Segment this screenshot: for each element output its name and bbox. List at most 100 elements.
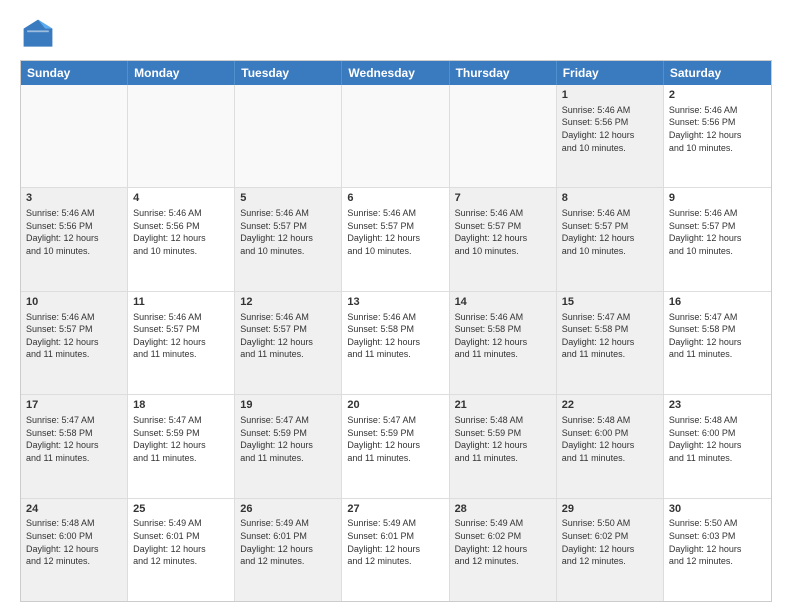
day-number: 26 (240, 502, 336, 517)
empty-cell-0-1 (128, 85, 235, 187)
weekday-header-thursday: Thursday (450, 61, 557, 85)
day-number: 23 (669, 398, 766, 413)
weekday-header-saturday: Saturday (664, 61, 771, 85)
day-info: Sunrise: 5:48 AM Sunset: 6:00 PM Dayligh… (26, 517, 122, 567)
day-number: 13 (347, 295, 443, 310)
day-info: Sunrise: 5:46 AM Sunset: 5:56 PM Dayligh… (133, 207, 229, 257)
page: SundayMondayTuesdayWednesdayThursdayFrid… (0, 0, 792, 612)
day-number: 28 (455, 502, 551, 517)
day-info: Sunrise: 5:50 AM Sunset: 6:03 PM Dayligh… (669, 517, 766, 567)
day-number: 12 (240, 295, 336, 310)
day-number: 17 (26, 398, 122, 413)
day-info: Sunrise: 5:46 AM Sunset: 5:57 PM Dayligh… (669, 207, 766, 257)
day-cell-27: 27Sunrise: 5:49 AM Sunset: 6:01 PM Dayli… (342, 499, 449, 601)
day-cell-23: 23Sunrise: 5:48 AM Sunset: 6:00 PM Dayli… (664, 395, 771, 497)
day-number: 22 (562, 398, 658, 413)
day-cell-11: 11Sunrise: 5:46 AM Sunset: 5:57 PM Dayli… (128, 292, 235, 394)
day-cell-29: 29Sunrise: 5:50 AM Sunset: 6:02 PM Dayli… (557, 499, 664, 601)
day-cell-28: 28Sunrise: 5:49 AM Sunset: 6:02 PM Dayli… (450, 499, 557, 601)
calendar-header: SundayMondayTuesdayWednesdayThursdayFrid… (21, 61, 771, 85)
day-cell-22: 22Sunrise: 5:48 AM Sunset: 6:00 PM Dayli… (557, 395, 664, 497)
day-info: Sunrise: 5:48 AM Sunset: 6:00 PM Dayligh… (669, 414, 766, 464)
day-number: 1 (562, 88, 658, 103)
day-cell-26: 26Sunrise: 5:49 AM Sunset: 6:01 PM Dayli… (235, 499, 342, 601)
day-number: 4 (133, 191, 229, 206)
day-number: 18 (133, 398, 229, 413)
day-cell-13: 13Sunrise: 5:46 AM Sunset: 5:58 PM Dayli… (342, 292, 449, 394)
day-number: 15 (562, 295, 658, 310)
day-info: Sunrise: 5:47 AM Sunset: 5:58 PM Dayligh… (562, 311, 658, 361)
calendar: SundayMondayTuesdayWednesdayThursdayFrid… (20, 60, 772, 602)
day-cell-25: 25Sunrise: 5:49 AM Sunset: 6:01 PM Dayli… (128, 499, 235, 601)
day-info: Sunrise: 5:48 AM Sunset: 5:59 PM Dayligh… (455, 414, 551, 464)
day-info: Sunrise: 5:46 AM Sunset: 5:57 PM Dayligh… (455, 207, 551, 257)
empty-cell-0-4 (450, 85, 557, 187)
calendar-row-3: 17Sunrise: 5:47 AM Sunset: 5:58 PM Dayli… (21, 395, 771, 498)
day-number: 9 (669, 191, 766, 206)
day-number: 6 (347, 191, 443, 206)
day-cell-7: 7Sunrise: 5:46 AM Sunset: 5:57 PM Daylig… (450, 188, 557, 290)
day-number: 19 (240, 398, 336, 413)
day-info: Sunrise: 5:46 AM Sunset: 5:56 PM Dayligh… (669, 104, 766, 154)
day-cell-20: 20Sunrise: 5:47 AM Sunset: 5:59 PM Dayli… (342, 395, 449, 497)
day-info: Sunrise: 5:47 AM Sunset: 5:59 PM Dayligh… (347, 414, 443, 464)
day-cell-15: 15Sunrise: 5:47 AM Sunset: 5:58 PM Dayli… (557, 292, 664, 394)
day-info: Sunrise: 5:49 AM Sunset: 6:01 PM Dayligh… (240, 517, 336, 567)
day-cell-3: 3Sunrise: 5:46 AM Sunset: 5:56 PM Daylig… (21, 188, 128, 290)
day-cell-30: 30Sunrise: 5:50 AM Sunset: 6:03 PM Dayli… (664, 499, 771, 601)
day-cell-14: 14Sunrise: 5:46 AM Sunset: 5:58 PM Dayli… (450, 292, 557, 394)
day-cell-17: 17Sunrise: 5:47 AM Sunset: 5:58 PM Dayli… (21, 395, 128, 497)
day-number: 24 (26, 502, 122, 517)
calendar-row-4: 24Sunrise: 5:48 AM Sunset: 6:00 PM Dayli… (21, 499, 771, 601)
empty-cell-0-0 (21, 85, 128, 187)
day-info: Sunrise: 5:46 AM Sunset: 5:57 PM Dayligh… (240, 311, 336, 361)
day-cell-21: 21Sunrise: 5:48 AM Sunset: 5:59 PM Dayli… (450, 395, 557, 497)
day-cell-12: 12Sunrise: 5:46 AM Sunset: 5:57 PM Dayli… (235, 292, 342, 394)
day-info: Sunrise: 5:49 AM Sunset: 6:01 PM Dayligh… (347, 517, 443, 567)
day-cell-1: 1Sunrise: 5:46 AM Sunset: 5:56 PM Daylig… (557, 85, 664, 187)
day-info: Sunrise: 5:47 AM Sunset: 5:58 PM Dayligh… (669, 311, 766, 361)
day-info: Sunrise: 5:46 AM Sunset: 5:57 PM Dayligh… (26, 311, 122, 361)
day-number: 30 (669, 502, 766, 517)
day-info: Sunrise: 5:46 AM Sunset: 5:57 PM Dayligh… (240, 207, 336, 257)
day-number: 3 (26, 191, 122, 206)
day-cell-5: 5Sunrise: 5:46 AM Sunset: 5:57 PM Daylig… (235, 188, 342, 290)
day-number: 2 (669, 88, 766, 103)
day-cell-24: 24Sunrise: 5:48 AM Sunset: 6:00 PM Dayli… (21, 499, 128, 601)
logo-icon (20, 16, 56, 52)
day-number: 27 (347, 502, 443, 517)
day-number: 5 (240, 191, 336, 206)
weekday-header-wednesday: Wednesday (342, 61, 449, 85)
day-number: 29 (562, 502, 658, 517)
day-info: Sunrise: 5:46 AM Sunset: 5:58 PM Dayligh… (455, 311, 551, 361)
day-info: Sunrise: 5:46 AM Sunset: 5:57 PM Dayligh… (347, 207, 443, 257)
calendar-row-1: 3 Sunrise: 5:46 AM Sunset: 5:56 PM Daylig… (21, 188, 771, 291)
day-info: Sunrise: 5:47 AM Sunset: 5:59 PM Dayligh… (240, 414, 336, 464)
day-info: Sunrise: 5:47 AM Sunset: 5:58 PM Dayligh… (26, 414, 122, 464)
day-number: 14 (455, 295, 551, 310)
day-info: Sunrise: 5:50 AM Sunset: 6:02 PM Dayligh… (562, 517, 658, 567)
day-info: Sunrise: 5:48 AM Sunset: 6:00 PM Dayligh… (562, 414, 658, 464)
day-info: Sunrise: 5:46 AM Sunset: 5:58 PM Dayligh… (347, 311, 443, 361)
day-number: 11 (133, 295, 229, 310)
day-cell-4: 4Sunrise: 5:46 AM Sunset: 5:56 PM Daylig… (128, 188, 235, 290)
day-number: 16 (669, 295, 766, 310)
header (20, 16, 772, 52)
empty-cell-0-2 (235, 85, 342, 187)
day-number: 20 (347, 398, 443, 413)
day-number: 10 (26, 295, 122, 310)
day-cell-9: 9Sunrise: 5:46 AM Sunset: 5:57 PM Daylig… (664, 188, 771, 290)
day-info: Sunrise: 5:46 AM Sunset: 5:57 PM Dayligh… (562, 207, 658, 257)
logo (20, 16, 60, 52)
calendar-body: 1 Sunrise: 5:46 AM Sunset: 5:56 PM Daylig… (21, 85, 771, 601)
day-cell-16: 16Sunrise: 5:47 AM Sunset: 5:58 PM Dayli… (664, 292, 771, 394)
calendar-row-0: 1 Sunrise: 5:46 AM Sunset: 5:56 PM Daylig… (21, 85, 771, 188)
day-number: 25 (133, 502, 229, 517)
day-number: 7 (455, 191, 551, 206)
weekday-header-sunday: Sunday (21, 61, 128, 85)
weekday-header-tuesday: Tuesday (235, 61, 342, 85)
calendar-row-2: 10Sunrise: 5:46 AM Sunset: 5:57 PM Dayli… (21, 292, 771, 395)
day-number: 8 (562, 191, 658, 206)
day-cell-10: 10Sunrise: 5:46 AM Sunset: 5:57 PM Dayli… (21, 292, 128, 394)
weekday-header-friday: Friday (557, 61, 664, 85)
